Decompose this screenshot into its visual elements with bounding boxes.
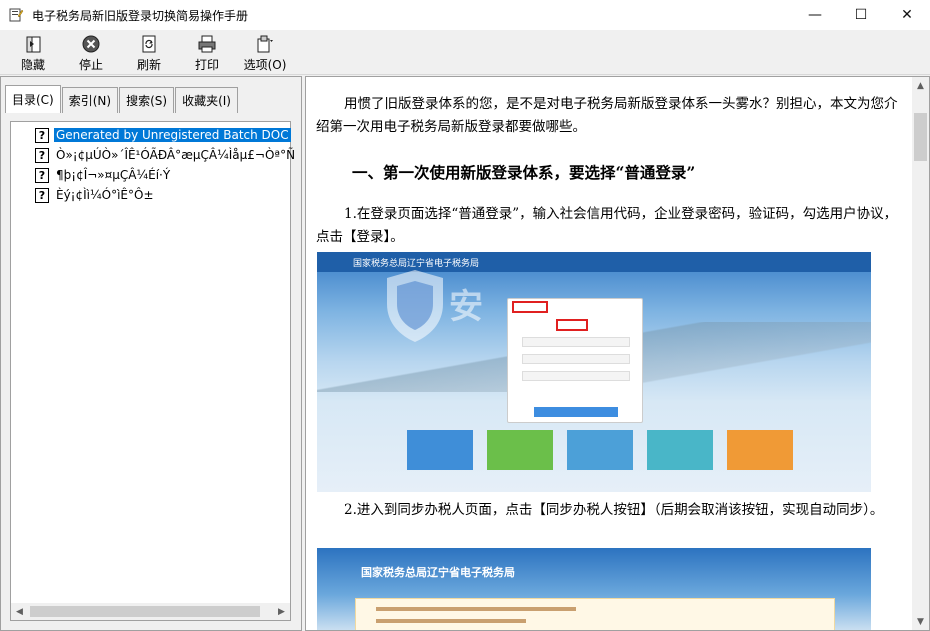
options-label: 选项(O): [243, 58, 287, 72]
scroll-up-icon[interactable]: ▲: [912, 77, 929, 94]
tab-search[interactable]: 搜索(S): [119, 87, 175, 113]
service-tiles: [407, 430, 793, 470]
stop-label: 停止: [78, 58, 103, 72]
scroll-thumb[interactable]: [914, 113, 927, 161]
options-icon: [257, 35, 273, 53]
intro-paragraph: 用惯了旧版登录体系的您，是不是对电子税务局新版登录体系一头雾水？别担心，本文为您…: [316, 96, 898, 135]
help-topic-icon: ?: [35, 127, 49, 143]
stop-button[interactable]: 停止: [62, 30, 120, 74]
tree-item-label: ¶þ¡¢Î¬»¤µÇÂ¼Éí·Ý: [56, 168, 171, 182]
password-field: [522, 354, 630, 364]
tile: [407, 430, 473, 470]
maximize-button[interactable]: ☐: [838, 0, 884, 30]
close-button[interactable]: ✕: [884, 0, 930, 30]
tile: [567, 430, 633, 470]
tree-item[interactable]: ? Generated by Unregistered Batch DOC: [35, 126, 291, 144]
tree-horizontal-scrollbar[interactable]: ◀ ▶: [11, 603, 290, 620]
scroll-right-icon[interactable]: ▶: [273, 603, 290, 620]
credit-code-field: [522, 337, 630, 347]
tree-item[interactable]: ? Ò»¡¢µÚÒ»´ÎÊ¹ÓÃÐÂ°æµÇÂ¼Ìåµ£¬Òª°Ñ: [35, 146, 297, 164]
help-topic-icon: ?: [35, 167, 49, 183]
minimize-button[interactable]: —: [792, 0, 838, 30]
title-bar: 电子税务局新旧版登录切换简易操作手册 — ☐ ✕: [0, 0, 930, 30]
notice-box: [355, 598, 835, 630]
content-vertical-scrollbar[interactable]: ▲ ▼: [912, 77, 929, 630]
stop-icon: [82, 35, 100, 53]
step2-paragraph: 2.进入到同步办税人页面，点击【同步办税人按钮】（后期会取消该按钮，实现自动同步…: [344, 502, 884, 518]
tile: [487, 430, 553, 470]
notice-line: [376, 619, 526, 623]
notice-line: [376, 607, 576, 611]
print-button[interactable]: 打印: [178, 30, 236, 74]
screenshot-title: 国家税务总局辽宁省电子税务局: [361, 566, 515, 579]
refresh-icon: [142, 35, 156, 53]
contents-tree: ? Generated by Unregistered Batch DOC ? …: [10, 121, 295, 621]
tree-item-label: Ò»¡¢µÚÒ»´ÎÊ¹ÓÃÐÂ°æµÇÂ¼Ìåµ£¬Òª°Ñ: [56, 148, 296, 162]
scroll-thumb[interactable]: [30, 606, 260, 617]
print-icon: [198, 35, 216, 53]
tab-favorites[interactable]: 收藏夹(I): [175, 87, 238, 113]
login-button-preview: [534, 407, 618, 417]
highlight-box: [556, 319, 588, 331]
watermark-shield-icon: 安: [387, 270, 483, 342]
help-topic-icon: ?: [35, 147, 49, 163]
tree-item[interactable]: ? Èý¡¢Ìì¼Ó°ìÊ°Ô±: [35, 186, 156, 204]
tree-item[interactable]: ? ¶þ¡¢Î¬»¤µÇÂ¼Éí·Ý: [35, 166, 172, 184]
tab-contents[interactable]: 目录(C): [5, 85, 61, 113]
hide-icon: [26, 36, 41, 53]
svg-text:安: 安: [449, 287, 483, 327]
nav-tabs: 目录(C) 索引(N) 搜索(S) 收藏夹(I): [5, 85, 239, 113]
section-heading: 一、第一次使用新版登录体系，要选择“普通登录”: [352, 163, 696, 182]
navigation-pane: 目录(C) 索引(N) 搜索(S) 收藏夹(I) ? Generated by …: [0, 76, 302, 631]
highlight-box: [512, 301, 548, 313]
print-label: 打印: [194, 58, 219, 72]
scroll-down-icon[interactable]: ▼: [912, 613, 929, 630]
help-book-icon: [9, 8, 24, 22]
login-dialog: [507, 298, 643, 423]
options-button[interactable]: 选项(O): [236, 30, 294, 74]
refresh-button[interactable]: 刷新: [120, 30, 178, 74]
refresh-label: 刷新: [136, 58, 161, 72]
step1-paragraph: 1.在登录页面选择“普通登录”，输入社会信用代码，企业登录密码，验证码，勾选用户…: [316, 206, 898, 245]
tree-item-label: Generated by Unregistered Batch DOC: [54, 128, 291, 142]
sync-page-screenshot: 国家税务总局辽宁省电子税务局: [317, 548, 871, 630]
hide-label: 隐藏: [20, 58, 45, 72]
content-pane: 用惯了旧版登录体系的您，是不是对电子税务局新版登录体系一头雾水？别担心，本文为您…: [305, 76, 930, 631]
scroll-left-icon[interactable]: ◀: [11, 603, 28, 620]
help-topic-icon: ?: [35, 187, 49, 203]
login-page-screenshot: 国家税务总局辽宁省电子税务局 安: [317, 252, 871, 492]
tab-index[interactable]: 索引(N): [61, 87, 119, 113]
document-content: 用惯了旧版登录体系的您，是不是对电子税务局新版登录体系一头雾水？别担心，本文为您…: [316, 93, 902, 249]
hide-button[interactable]: 隐藏: [4, 30, 62, 74]
tile: [647, 430, 713, 470]
tile: [727, 430, 793, 470]
toolbar: 隐藏 停止 刷新 打印 选项(O): [0, 30, 930, 75]
tree-item-label: Èý¡¢Ìì¼Ó°ìÊ°Ô±: [56, 188, 154, 202]
window-title: 电子税务局新旧版登录切换简易操作手册: [32, 8, 249, 23]
captcha-field: [522, 371, 630, 381]
